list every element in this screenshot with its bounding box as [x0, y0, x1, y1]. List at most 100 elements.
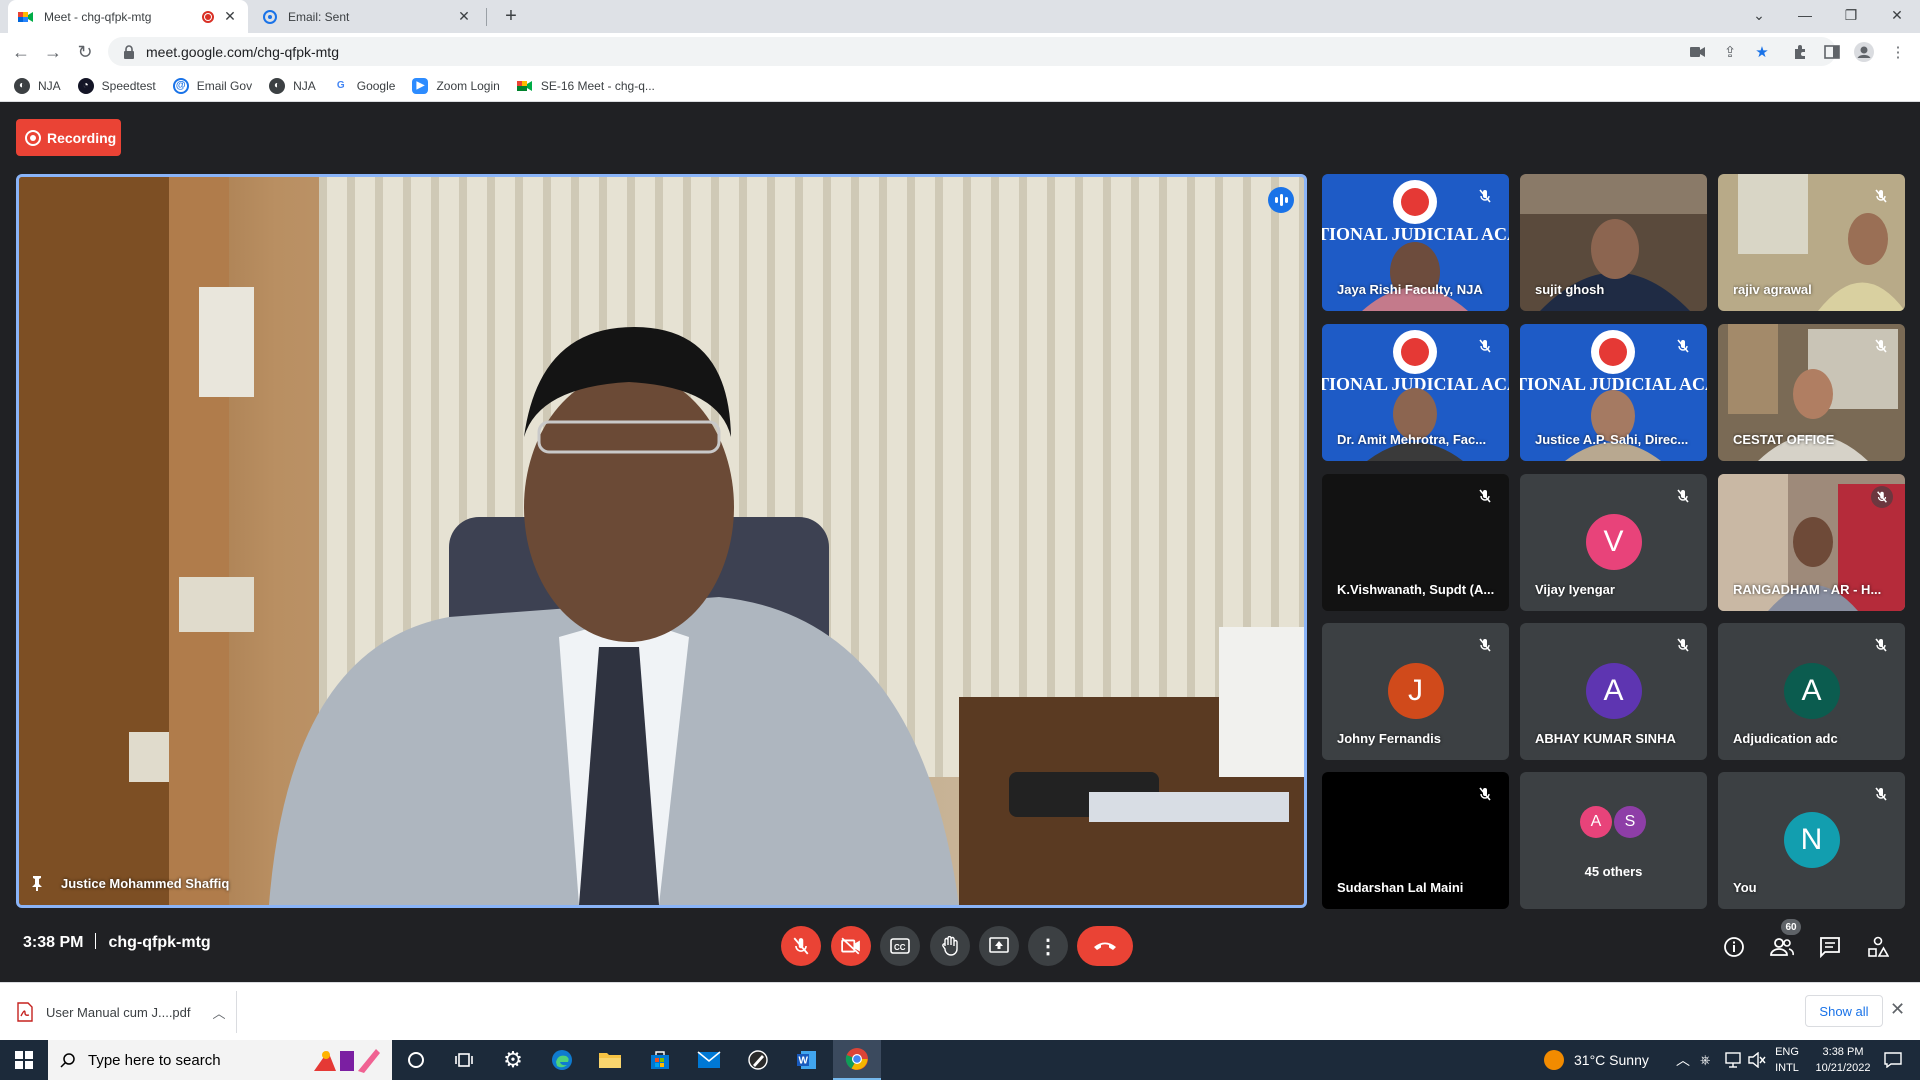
forward-button[interactable]: → [40, 39, 66, 65]
participant-tile[interactable]: rajiv agrawal [1718, 174, 1905, 311]
system-clock[interactable]: 3:38 PM 10/21/2022 [1808, 1044, 1878, 1076]
mic-off-icon [1875, 339, 1887, 353]
mail-app[interactable] [685, 1040, 733, 1080]
taskbar-search[interactable]: Type here to search [48, 1040, 392, 1080]
bookmark-zoom-login[interactable]: ▶ Zoom Login [412, 77, 500, 94]
people-button[interactable] [1768, 933, 1796, 961]
others-tile[interactable]: A S 45 others [1520, 772, 1707, 909]
chat-icon [1820, 937, 1840, 958]
more-options-button[interactable]: ⋮ [1028, 926, 1068, 966]
chevron-up-icon[interactable]: ︿ [213, 1003, 226, 1022]
avatar: S [1614, 806, 1646, 838]
search-placeholder: Type here to search [88, 1051, 221, 1069]
tab-meet[interactable]: Meet - chg-qfpk-mtg ✕ [8, 0, 248, 33]
weather-text: 31°C Sunny [1574, 1052, 1649, 1068]
download-filename: User Manual cum J....pdf [46, 1004, 191, 1020]
participant-tile[interactable]: sujit ghosh [1520, 174, 1707, 311]
leave-call-button[interactable] [1077, 926, 1133, 966]
input-language[interactable]: ENG INTL [1772, 1044, 1802, 1076]
file-explorer-app[interactable] [586, 1040, 634, 1080]
back-button[interactable]: ← [8, 39, 34, 65]
weather-widget[interactable]: 31°C Sunny [1544, 1040, 1649, 1080]
bookmark-email-gov[interactable]: @ Email Gov [172, 77, 252, 94]
close-tab-icon[interactable]: ✕ [456, 8, 472, 25]
participant-tile[interactable]: V Vijay Iyengar [1520, 474, 1707, 611]
show-all-button[interactable]: Show all [1805, 995, 1883, 1027]
menu-kebab-icon[interactable]: ⋮ [1888, 42, 1908, 62]
captions-button[interactable]: CC [880, 926, 920, 966]
tab-title: Email: Sent [288, 9, 350, 24]
present-screen-button[interactable] [979, 926, 1019, 966]
pen-icon [748, 1050, 768, 1070]
edge-app[interactable] [538, 1040, 586, 1080]
raise-hand-button[interactable] [930, 926, 970, 966]
volume-icon[interactable] [1748, 1040, 1766, 1080]
bookmark-star-icon[interactable]: ★ [1752, 42, 1772, 62]
mic-off-icon [1479, 339, 1491, 353]
word-app[interactable]: W [783, 1040, 831, 1080]
participant-tile[interactable]: K.Vishwanath, Supdt (A... [1322, 474, 1509, 611]
bookmark-nja[interactable]: ◐ NJA [14, 77, 61, 94]
show-hidden-icons[interactable]: ︿ [1676, 1040, 1690, 1080]
close-window-button[interactable]: ✕ [1874, 0, 1920, 30]
mic-toggle-button[interactable] [781, 926, 821, 966]
network-meeting-icon[interactable]: ⎈ [1700, 1040, 1710, 1080]
participant-tile[interactable]: Sudarshan Lal Maini [1322, 772, 1509, 909]
activities-button[interactable] [1864, 933, 1892, 961]
share-icon[interactable]: ⇪ [1720, 42, 1740, 62]
address-bar[interactable]: meet.google.com/chg-qfpk-mtg [108, 37, 1836, 66]
participant-tile[interactable]: A ABHAY KUMAR SINHA [1520, 623, 1707, 760]
download-item[interactable]: User Manual cum J....pdf ︿ [16, 997, 234, 1027]
pen-app[interactable] [734, 1040, 782, 1080]
chat-button[interactable] [1816, 933, 1844, 961]
participant-name: Johny Fernandis [1337, 731, 1442, 746]
task-view-button[interactable] [440, 1040, 488, 1080]
meeting-info-button[interactable] [1720, 933, 1748, 961]
participant-tile[interactable]: TIONAL JUDICIAL ACADE Jaya Rishi Faculty… [1322, 174, 1509, 311]
people-tray-icon: ⎈ [1700, 1052, 1711, 1067]
participant-tile[interactable]: A Adjudication adc [1718, 623, 1905, 760]
cortana-button[interactable] [392, 1040, 440, 1080]
new-tab-button[interactable]: + [498, 3, 524, 29]
bookmark-speedtest[interactable]: ◔ Speedtest [77, 77, 156, 94]
restore-button[interactable]: ❐ [1828, 0, 1874, 30]
start-button[interactable] [0, 1040, 48, 1080]
participant-tile[interactable]: TIONAL JUDICIAL ACADE Justice A.P. Sahi,… [1520, 324, 1707, 461]
bookmark-nja-2[interactable]: ◐ NJA [269, 77, 316, 94]
gear-icon: ⚙ [503, 1047, 523, 1072]
lock-icon [124, 44, 134, 59]
main-speaker-video[interactable]: Justice Mohammed Shaffiq [16, 174, 1307, 908]
mic-off-icon [1875, 189, 1887, 203]
profile-avatar-icon[interactable] [1854, 42, 1874, 62]
close-tab-icon[interactable]: ✕ [222, 8, 238, 25]
store-app[interactable] [636, 1040, 684, 1080]
main-speaker-name: Justice Mohammed Shaffiq [29, 875, 229, 891]
avatar: A [1783, 663, 1840, 719]
camera-toggle-button[interactable] [831, 926, 871, 966]
camera-in-use-icon[interactable] [1688, 42, 1708, 62]
participant-tile[interactable]: CESTAT OFFICE [1718, 324, 1905, 461]
participant-tile[interactable]: RANGADHAM - AR - H... [1718, 474, 1905, 611]
network-icon[interactable] [1724, 1040, 1742, 1080]
pdf-file-icon [17, 1002, 33, 1022]
self-tile[interactable]: N You [1718, 772, 1905, 909]
email-gov-icon: @ [172, 77, 189, 94]
avatar: N [1783, 812, 1840, 868]
chrome-app[interactable] [833, 1040, 881, 1080]
recording-badge[interactable]: Recording [16, 119, 121, 156]
bookmark-se16-meet[interactable]: SE-16 Meet - chg-q... [516, 78, 655, 94]
browser-toolbar: ← → ↻ meet.google.com/chg-qfpk-mtg ⇪ ★ ⋮ [0, 33, 1920, 70]
speaker-video-frame [19, 177, 1304, 905]
tab-email[interactable]: Email: Sent ✕ [250, 0, 484, 33]
settings-app[interactable]: ⚙ [489, 1040, 537, 1080]
bookmark-google[interactable]: G Google [333, 78, 396, 94]
extensions-icon[interactable] [1790, 42, 1810, 62]
close-downloads-icon[interactable]: ✕ [1890, 999, 1905, 1020]
participant-tile[interactable]: TIONAL JUDICIAL ACADE Dr. Amit Mehrotra,… [1322, 324, 1509, 461]
tab-search-icon[interactable]: ⌄ [1736, 0, 1782, 30]
notifications-button[interactable] [1884, 1040, 1902, 1080]
minimize-button[interactable]: — [1782, 0, 1828, 30]
side-panel-icon[interactable] [1822, 42, 1842, 62]
reload-button[interactable]: ↻ [72, 39, 98, 65]
participant-tile[interactable]: J Johny Fernandis [1322, 623, 1509, 760]
